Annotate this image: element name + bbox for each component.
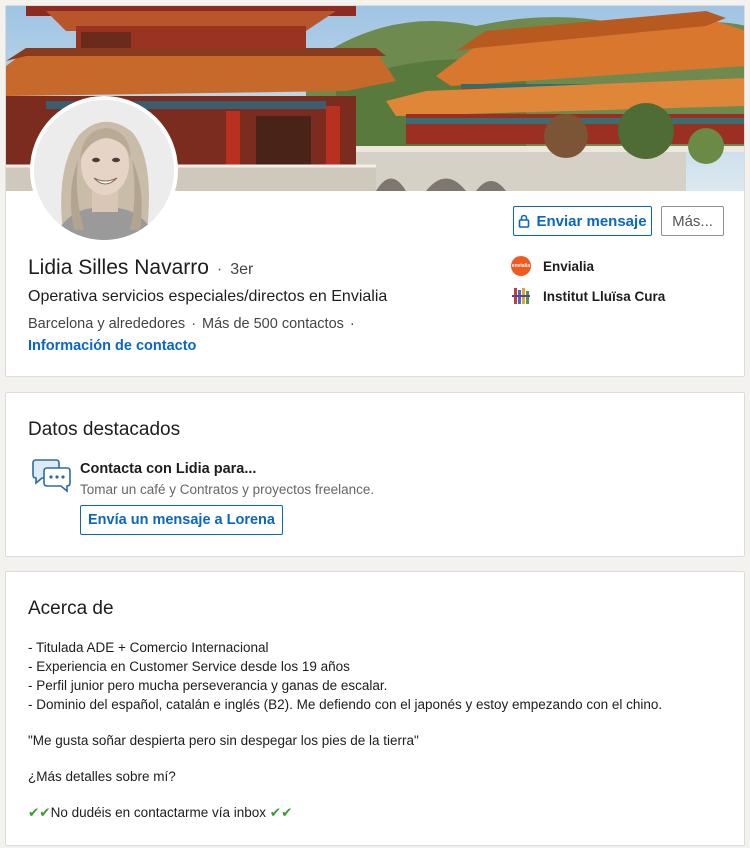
about-quote: "Me gusta soñar despierta pero sin despe… — [28, 733, 419, 748]
connections-count[interactable]: Más de 500 contactos — [202, 316, 344, 332]
separator-dot: · — [191, 316, 197, 332]
about-line: - Perfil junior pero mucha perseverancia… — [28, 678, 388, 693]
featured-card-subtitle: Tomar un café y Contratos y proyectos fr… — [80, 482, 375, 497]
send-message-label: Enviar mensaje — [536, 212, 647, 230]
separator-dot: · — [216, 261, 223, 278]
more-actions-label: Más... — [672, 212, 713, 230]
about-more-details: ¿Más detalles sobre mí? — [28, 769, 176, 784]
profile-location: Barcelona y alrededores — [28, 316, 186, 332]
lock-icon — [519, 214, 530, 228]
about-body: - Titulada ADE + Comercio Internacional … — [28, 638, 662, 822]
message-lorena-button[interactable]: Envía un mensaje a Lorena — [80, 505, 283, 535]
check-mark-icon: ✔✔ — [269, 805, 293, 820]
org-name: Envialia — [543, 258, 595, 274]
featured-title: Datos destacados — [28, 419, 181, 440]
about-line: - Dominio del español, catalán e inglés … — [28, 697, 663, 712]
about-line: - Experiencia en Customer Service desde … — [28, 659, 350, 674]
send-message-button[interactable]: Enviar mensaje — [513, 206, 652, 236]
profile-headline: Operativa servicios especiales/directos … — [28, 288, 388, 305]
institut-logo-icon — [512, 288, 530, 304]
name-row: Lidia Silles Navarro · 3er — [28, 256, 253, 280]
chat-bubbles-icon — [32, 459, 71, 493]
check-mark-icon: ✔✔ — [28, 805, 51, 820]
contact-info-link[interactable]: Información de contacto — [28, 338, 196, 354]
org-institut[interactable]: Institut Lluïsa Cura — [511, 286, 665, 306]
location-row: Barcelona y alrededores · Más de 500 con… — [28, 316, 355, 332]
about-closing: ✔✔No dudéis en contactarme vía inbox ✔✔ — [28, 803, 662, 822]
about-line: - Titulada ADE + Comercio Internacional — [28, 640, 269, 655]
org-name: Institut Lluïsa Cura — [543, 288, 666, 304]
profile-card: Enviar mensaje Más... Lidia Silles Navar… — [5, 5, 745, 377]
separator-dot: · — [349, 316, 355, 332]
about-card: Acerca de - Titulada ADE + Comercio Inte… — [5, 571, 745, 846]
closing-text: No dudéis en contactarme vía inbox — [50, 805, 266, 820]
more-actions-button[interactable]: Más... — [661, 206, 724, 236]
profile-avatar[interactable] — [30, 96, 178, 244]
connection-degree: 3er — [230, 261, 254, 278]
featured-card-title: Contacta con Lidia para... — [80, 461, 257, 477]
envialia-logo-icon: envialia — [511, 256, 531, 276]
about-title: Acerca de — [28, 598, 114, 619]
featured-card: Datos destacados Contacta con Lidia para… — [5, 392, 745, 557]
profile-name: Lidia Silles Navarro — [28, 256, 209, 279]
org-envialia[interactable]: envialia Envialia — [511, 256, 594, 276]
